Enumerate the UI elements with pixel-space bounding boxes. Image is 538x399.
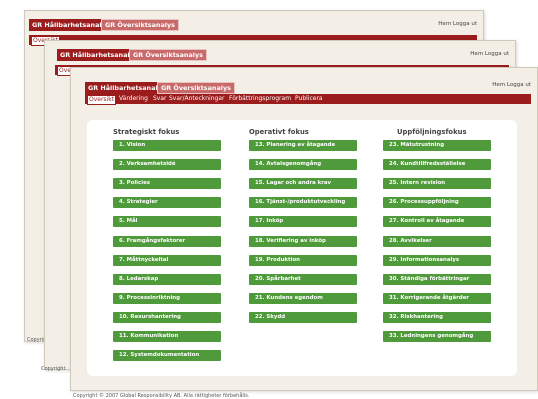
focus-area-button[interactable]: 1. Vision <box>113 140 221 151</box>
focus-area-button[interactable]: 15. Lagar och andra krav <box>249 178 357 190</box>
focus-area-button[interactable]: 29. Informationsanalys <box>383 254 491 266</box>
focus-area-button[interactable]: 26. Processuppföljning <box>383 197 491 209</box>
header-links[interactable]: Hem Logga ut <box>438 21 477 27</box>
focus-area-button[interactable]: 24. Kundtillfredsställelse <box>383 159 491 171</box>
focus-area-button[interactable]: 5. Mål <box>113 216 221 228</box>
tab-oversiktsanalys[interactable]: GR Översiktsanalys <box>129 49 207 61</box>
focus-area-button[interactable]: 16. Tjänst-/produktutveckling <box>249 197 357 209</box>
menu-bar: Översikt Värdering Svar Svar/Anteckninga… <box>85 94 531 105</box>
window-tabbar: GR Hållbarhetsanalys GR Översiktsanalys … <box>25 19 483 33</box>
focus-area-button[interactable]: 2. Verksamhetsidé <box>113 159 221 171</box>
overview-panel: Strategiskt fokus Operativt fokus Uppföl… <box>87 120 517 376</box>
focus-area-button[interactable]: 27. Kontroll av åtagande <box>383 216 491 228</box>
focus-area-button[interactable]: 17. Inköp <box>249 216 357 228</box>
footer-copyright: Copyright © 2007 Global Responsibility A… <box>73 393 250 399</box>
column-title-operativt: Operativt fokus <box>249 128 309 136</box>
copyright-label: Copyright <box>41 366 66 372</box>
focus-area-button[interactable]: 22. Skydd <box>249 311 357 323</box>
focus-area-button[interactable]: 14. Avtalsgenomgång <box>249 159 357 171</box>
focus-area-button[interactable]: 25. Intern revision <box>383 178 491 190</box>
focus-area-button[interactable]: 3. Policies <box>113 178 221 190</box>
tab-oversiktsanalys[interactable]: GR Översiktsanalys <box>101 19 179 31</box>
focus-area-button[interactable]: 33. Ledningens genomgång <box>383 331 491 342</box>
column-title-strategiskt: Strategiskt fokus <box>113 128 180 136</box>
focus-area-button[interactable]: 13. Planering av åtagande <box>249 140 357 151</box>
window-tabbar: GR Hållbarhetsanalys GR Översiktsanalys … <box>45 49 515 63</box>
menu-item-publicera[interactable]: Publicera <box>295 94 323 104</box>
focus-area-button[interactable]: 4. Strategier <box>113 197 221 209</box>
focus-area-button[interactable]: 7. Måttnyckeltal <box>113 254 221 266</box>
focus-area-button[interactable]: 23. Mätutrustning <box>383 140 491 151</box>
focus-area-button[interactable]: 31. Korrigerande åtgärder <box>383 292 491 304</box>
focus-area-button[interactable]: 8. Ledarskap <box>113 273 221 285</box>
focus-area-button[interactable]: 28. Avvikelser <box>383 235 491 247</box>
focus-area-button[interactable]: 12. Systemdokumentation <box>113 350 221 362</box>
focus-area-button[interactable]: 32. Riskhantering <box>383 311 491 323</box>
focus-area-button[interactable]: 10. Resurshantering <box>113 311 221 323</box>
focus-area-button[interactable]: 19. Produktion <box>249 254 357 266</box>
focus-area-button[interactable]: 30. Ständiga förbättringar <box>383 273 491 285</box>
main-window: GR Hållbarhetsanalys GR Översiktsanalys … <box>70 67 538 399</box>
header-links[interactable]: Hem Logga ut <box>470 51 509 57</box>
menu-item-oversikt[interactable]: Översikt <box>87 95 117 105</box>
tab-oversiktsanalys[interactable]: GR Översiktsanalys <box>157 82 235 94</box>
focus-area-button[interactable]: 20. Spårbarhet <box>249 273 357 285</box>
header-links[interactable]: Hem Logga ut <box>492 82 531 88</box>
focus-area-button[interactable]: 11. Kommunikation <box>113 331 221 342</box>
focus-area-button[interactable]: 21. Kundens egendom <box>249 292 357 304</box>
focus-area-button[interactable]: 6. Framgångsfaktorer <box>113 235 221 247</box>
menu-item-forbattringsprogram[interactable]: Förbättringsprogram <box>229 94 291 104</box>
menu-item-svar-anteckningar[interactable]: Svar/Anteckningar <box>169 94 224 104</box>
focus-area-button[interactable]: 18. Verifiering av inköp <box>249 235 357 247</box>
menu-item-svar[interactable]: Svar <box>153 94 167 104</box>
column-title-uppfoljning: Uppföljningsfokus <box>397 128 467 136</box>
menu-item-vardering[interactable]: Värdering <box>119 94 148 104</box>
focus-area-button[interactable]: 9. Processinriktning <box>113 292 221 304</box>
